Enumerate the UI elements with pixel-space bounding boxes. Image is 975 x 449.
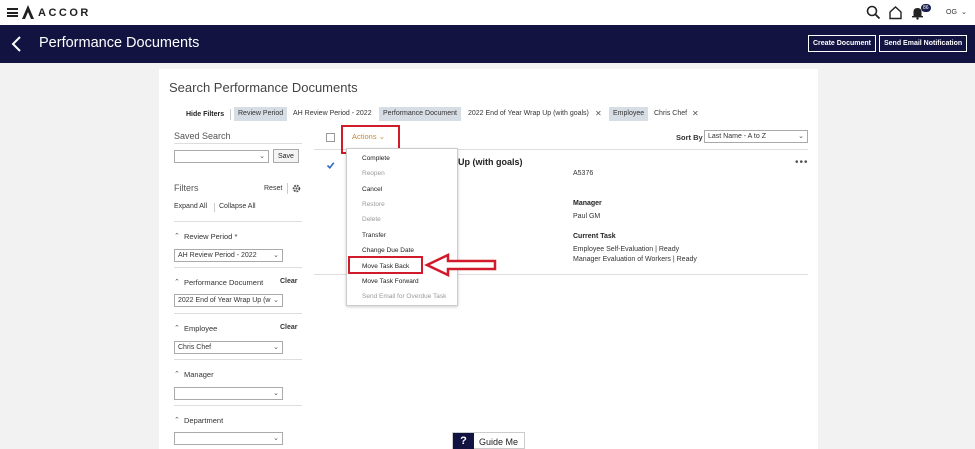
expand-all-link[interactable]: Expand All: [174, 203, 207, 210]
remove-chip-icon[interactable]: ✕: [595, 109, 602, 118]
performance-document-value: 2022 End of Year Wrap Up (w: [178, 297, 271, 304]
hide-filters-link[interactable]: Hide Filters: [186, 111, 224, 118]
chevron-down-icon: ⌄: [273, 252, 279, 259]
chevron-up-icon[interactable]: ⌃: [174, 232, 180, 240]
clear-link[interactable]: Clear: [280, 324, 298, 331]
manager-select[interactable]: ⌄: [174, 387, 283, 400]
chevron-up-icon[interactable]: ⌃: [174, 324, 180, 332]
clear-link[interactable]: Clear: [280, 278, 298, 285]
filter-label-review-period: Review Period *: [184, 232, 238, 241]
chip-label-review-period: Review Period: [234, 107, 288, 121]
department-select[interactable]: ⌄: [174, 432, 283, 445]
more-options-icon[interactable]: •••: [795, 157, 809, 168]
page-header: Performance Documents Create Document Se…: [0, 25, 975, 63]
home-icon[interactable]: [888, 5, 903, 20]
chevron-down-icon[interactable]: ⌄: [961, 8, 967, 16]
search-title: Search Performance Documents: [169, 80, 358, 95]
divider: [174, 359, 302, 360]
filter-label-department: Department: [184, 416, 224, 425]
chevron-down-icon: ⌄: [273, 297, 279, 304]
menu-item-move-task-forward[interactable]: Move Task Forward: [362, 278, 419, 285]
chevron-up-icon[interactable]: ⌃: [174, 416, 180, 424]
sort-by-label: Sort By: [676, 133, 703, 142]
document-title[interactable]: Up (with goals): [458, 157, 523, 167]
employee-select[interactable]: Chris Chef ⌄: [174, 341, 283, 354]
review-period-select[interactable]: AH Review Period - 2022 ⌄: [174, 249, 283, 262]
review-period-value: AH Review Period - 2022: [178, 252, 257, 259]
chevron-up-icon[interactable]: ⌃: [174, 370, 180, 378]
chevron-down-icon: ⌄: [798, 133, 804, 140]
menu-item-complete[interactable]: Complete: [362, 155, 390, 162]
chip-value-employee: Chris Chef: [654, 110, 688, 117]
annotation-arrow-icon: [424, 253, 497, 277]
sort-value: Last Name - A to Z: [708, 133, 766, 140]
select-all-checkbox[interactable]: [326, 133, 335, 142]
document-id: A5376: [573, 170, 594, 177]
user-avatar[interactable]: OG: [946, 9, 957, 16]
chevron-down-icon: ⌄: [259, 153, 265, 160]
menu-item-cancel[interactable]: Cancel: [362, 186, 382, 193]
chip-label-performance-document: Performance Document: [379, 107, 461, 121]
filter-label-performance-document: Performance Document: [184, 278, 264, 287]
chip-label-employee: Employee: [609, 107, 649, 121]
menu-item-restore: Restore: [362, 201, 385, 208]
actions-menu: Complete Reopen Cancel Restore Delete Tr…: [346, 148, 458, 306]
divider: [174, 267, 302, 268]
divider: [174, 143, 302, 144]
top-nav-bar: ACCOR 86 OG ⌄: [0, 0, 975, 25]
gear-icon[interactable]: [292, 184, 301, 193]
highlight-box: [348, 256, 423, 274]
divider: [287, 183, 288, 194]
filter-label-manager: Manager: [184, 370, 214, 379]
current-task-value: Manager Evaluation of Workers | Ready: [573, 256, 697, 263]
current-task-label: Current Task: [573, 233, 616, 240]
filter-label-employee: Employee: [184, 324, 218, 333]
row-checkbox[interactable]: [326, 161, 335, 170]
current-task-value: Employee Self-Evaluation | Ready: [573, 246, 680, 253]
search-icon[interactable]: [866, 5, 881, 20]
page-title: Performance Documents: [39, 35, 200, 51]
guide-me-label: Guide Me: [479, 437, 519, 447]
performance-document-select[interactable]: 2022 End of Year Wrap Up (w ⌄: [174, 294, 283, 307]
chevron-up-icon[interactable]: ⌃: [174, 278, 180, 286]
chevron-down-icon: ⌄: [273, 435, 279, 442]
chip-value-review-period: AH Review Period - 2022: [293, 110, 372, 117]
notification-badge: 86: [921, 4, 931, 12]
accor-logo-icon: [22, 5, 34, 19]
save-button[interactable]: Save: [273, 149, 299, 163]
chevron-down-icon: ⌄: [273, 344, 279, 351]
brand-name: ACCOR: [38, 7, 91, 19]
menu-item-transfer[interactable]: Transfer: [362, 232, 386, 239]
manager-field-label: Manager: [573, 200, 602, 207]
back-arrow-icon[interactable]: [10, 35, 24, 53]
manager-field-value: Paul GM: [573, 213, 601, 220]
divider: [174, 221, 302, 222]
divider: [174, 313, 302, 314]
divider: [230, 109, 231, 120]
filters-label: Filters: [174, 183, 199, 193]
menu-item-send-email-overdue: Send Email for Overdue Task: [362, 293, 447, 300]
chip-value-performance-document: 2022 End of Year Wrap Up (with goals): [468, 110, 589, 117]
divider: [174, 405, 302, 406]
guide-me-button[interactable]: ? Guide Me: [452, 432, 525, 449]
menu-item-change-due-date[interactable]: Change Due Date: [362, 247, 414, 254]
collapse-all-link[interactable]: Collapse All: [219, 203, 256, 210]
reset-link[interactable]: Reset: [264, 185, 282, 192]
create-document-button[interactable]: Create Document: [808, 35, 876, 52]
sort-select[interactable]: Last Name - A to Z ⌄: [704, 130, 808, 143]
saved-search-select[interactable]: ⌄: [174, 150, 269, 163]
employee-value: Chris Chef: [178, 344, 212, 351]
menu-item-delete: Delete: [362, 216, 381, 223]
menu-icon[interactable]: [7, 8, 18, 17]
chevron-down-icon: ⌄: [273, 390, 279, 397]
remove-chip-icon[interactable]: ✕: [692, 109, 699, 118]
menu-item-reopen: Reopen: [362, 170, 385, 177]
saved-search-label: Saved Search: [174, 131, 231, 141]
send-email-notification-button[interactable]: Send Email Notification: [879, 35, 968, 52]
divider: [214, 203, 215, 212]
help-icon: ?: [453, 433, 474, 449]
